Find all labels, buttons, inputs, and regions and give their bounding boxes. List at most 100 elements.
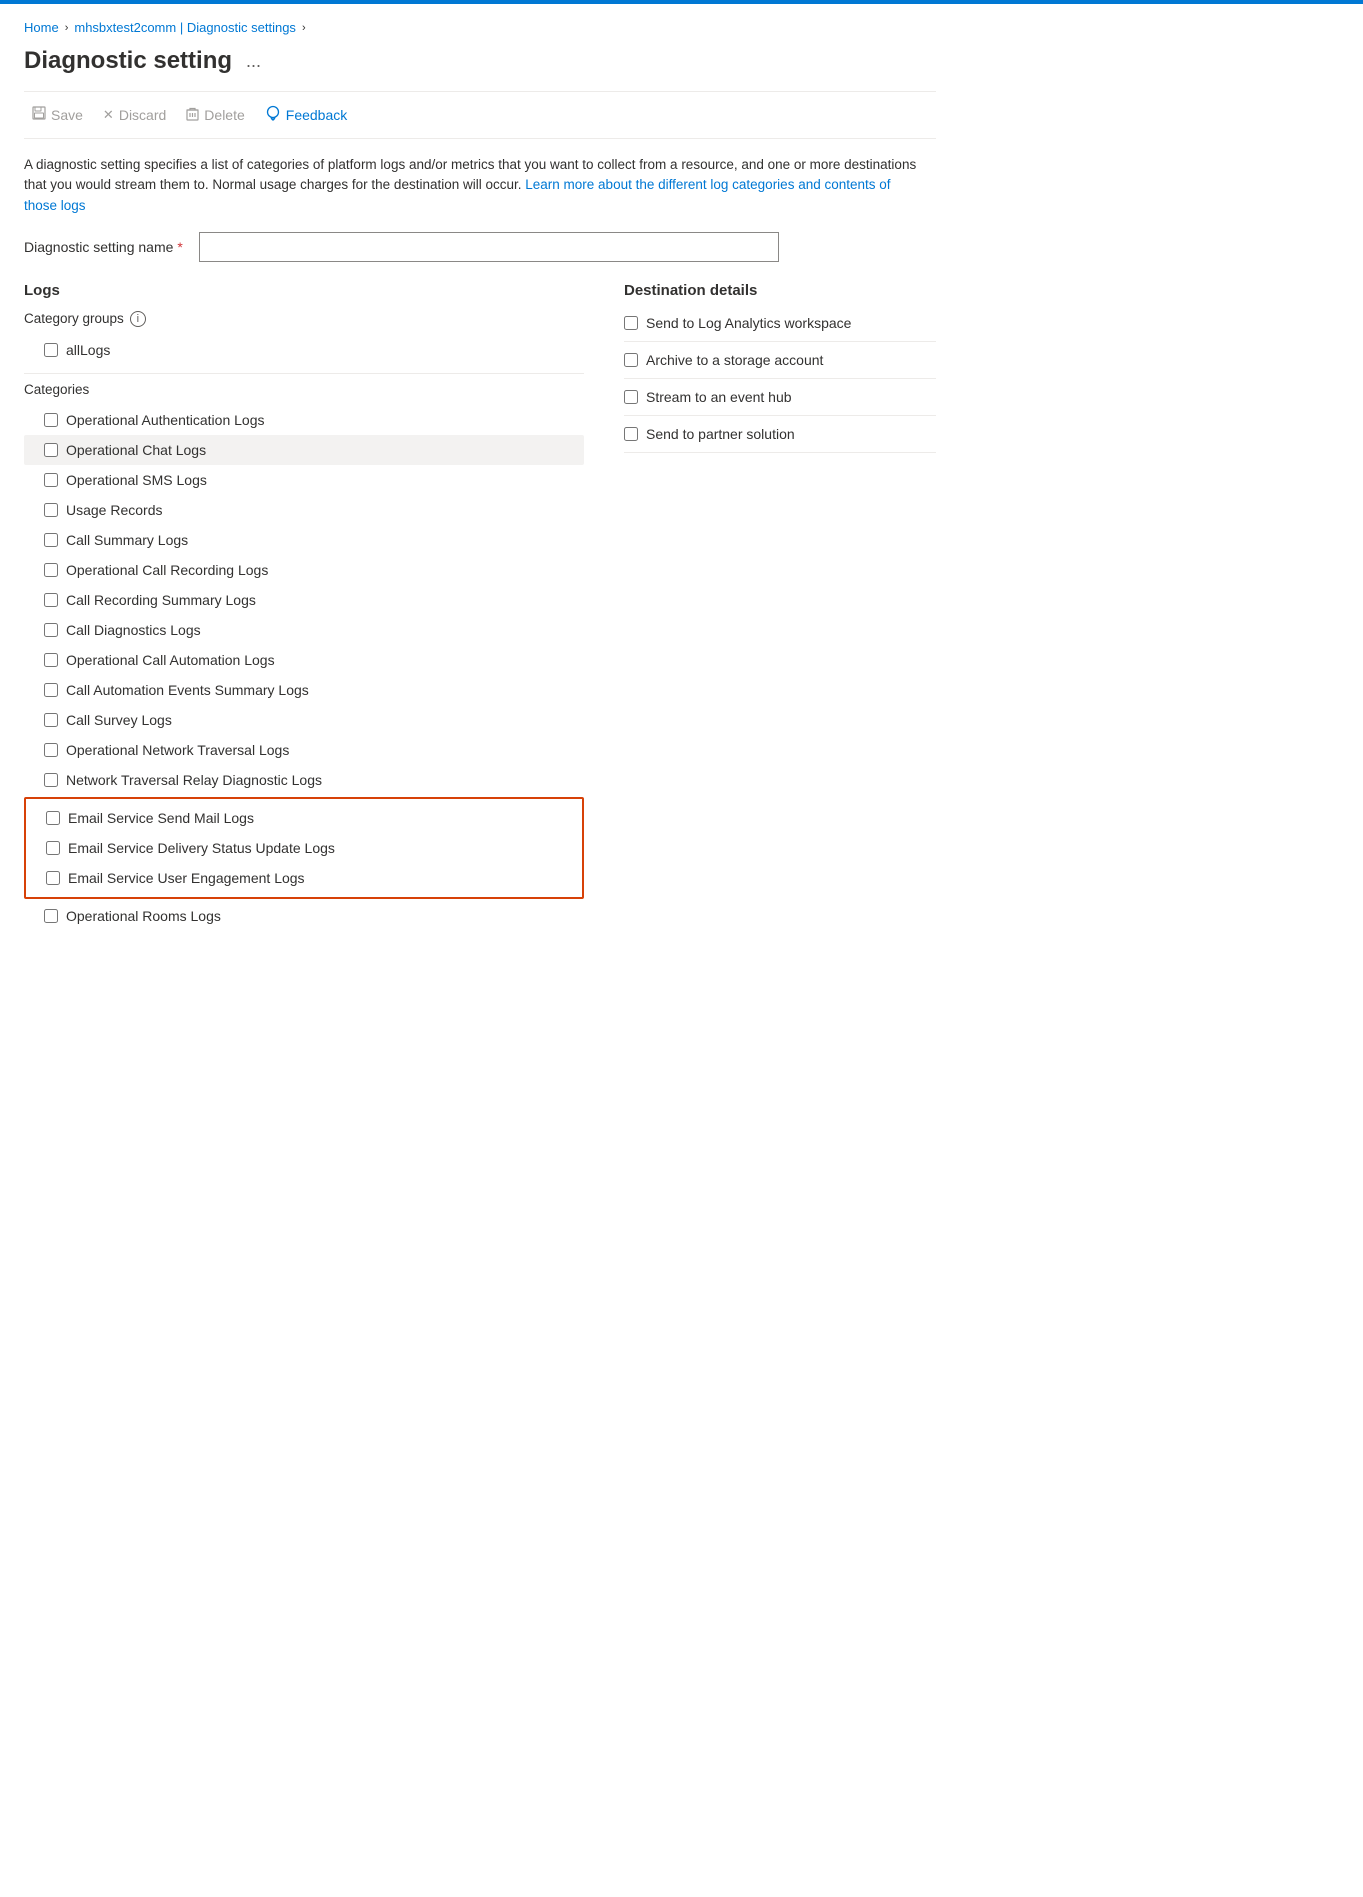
log-label-operational-chat: Operational Chat Logs	[66, 442, 206, 458]
log-row-usage-records[interactable]: Usage Records	[24, 495, 584, 525]
log-checkbox-call-recording-summary[interactable]	[44, 593, 58, 607]
save-label: Save	[51, 107, 83, 123]
log-checkbox-call-diagnostics[interactable]	[44, 623, 58, 637]
info-icon[interactable]: i	[130, 311, 146, 327]
dest-label-log-analytics: Send to Log Analytics workspace	[646, 315, 851, 331]
categories-label: Categories	[24, 382, 584, 397]
save-button[interactable]: Save	[24, 101, 91, 129]
dest-label-storage-account: Archive to a storage account	[646, 352, 823, 368]
dest-row-partner-solution[interactable]: Send to partner solution	[624, 416, 936, 453]
log-checkbox-usage-records[interactable]	[44, 503, 58, 517]
all-logs-row[interactable]: allLogs	[24, 335, 584, 365]
log-items-container: Operational Authentication Logs Operatio…	[24, 405, 584, 931]
log-row-call-recording-summary[interactable]: Call Recording Summary Logs	[24, 585, 584, 615]
destination-column: Destination details Send to Log Analytic…	[584, 282, 936, 453]
log-checkbox-network-traversal-relay[interactable]	[44, 773, 58, 787]
dest-row-log-analytics[interactable]: Send to Log Analytics workspace	[624, 311, 936, 342]
log-row-call-survey[interactable]: Call Survey Logs	[24, 705, 584, 735]
log-label-email-send-mail: Email Service Send Mail Logs	[68, 810, 254, 826]
log-label-call-diagnostics: Call Diagnostics Logs	[66, 622, 201, 638]
log-label-email-delivery-status: Email Service Delivery Status Update Log…	[68, 840, 335, 856]
description: A diagnostic setting specifies a list of…	[24, 155, 924, 216]
categories-divider	[24, 373, 584, 374]
log-label-operational-network-traversal: Operational Network Traversal Logs	[66, 742, 289, 758]
dest-row-storage-account[interactable]: Archive to a storage account	[624, 342, 936, 379]
page-title: Diagnostic setting	[24, 47, 232, 75]
email-group-box: Email Service Send Mail Logs Email Servi…	[24, 797, 584, 899]
breadcrumb-home[interactable]: Home	[24, 20, 59, 35]
log-label-call-automation-events: Call Automation Events Summary Logs	[66, 682, 309, 698]
dest-checkbox-storage-account[interactable]	[624, 353, 638, 367]
log-checkbox-call-automation-events[interactable]	[44, 683, 58, 697]
log-checkbox-operational-call-automation[interactable]	[44, 653, 58, 667]
dest-label-partner-solution: Send to partner solution	[646, 426, 795, 442]
feedback-button[interactable]: Feedback	[257, 100, 355, 130]
feedback-label: Feedback	[286, 107, 347, 123]
log-checkbox-email-user-engagement[interactable]	[46, 871, 60, 885]
log-checkbox-email-delivery-status[interactable]	[46, 841, 60, 855]
log-label-call-recording-summary: Call Recording Summary Logs	[66, 592, 256, 608]
log-label-call-summary: Call Summary Logs	[66, 532, 188, 548]
log-checkbox-call-survey[interactable]	[44, 713, 58, 727]
log-row-operational-call-recording[interactable]: Operational Call Recording Logs	[24, 555, 584, 585]
log-row-email-send-mail[interactable]: Email Service Send Mail Logs	[26, 803, 582, 833]
delete-icon	[186, 107, 199, 124]
discard-label: Discard	[119, 107, 166, 123]
log-label-operational-auth: Operational Authentication Logs	[66, 412, 264, 428]
delete-label: Delete	[204, 107, 244, 123]
save-icon	[32, 106, 46, 124]
category-groups-label: Category groups i	[24, 311, 584, 327]
discard-icon: ✕	[103, 107, 114, 123]
page-title-row: Diagnostic setting ...	[24, 47, 936, 75]
log-row-operational-rooms[interactable]: Operational Rooms Logs	[24, 901, 584, 931]
log-row-operational-sms[interactable]: Operational SMS Logs	[24, 465, 584, 495]
log-row-operational-network-traversal[interactable]: Operational Network Traversal Logs	[24, 735, 584, 765]
log-label-usage-records: Usage Records	[66, 502, 163, 518]
log-label-operational-sms: Operational SMS Logs	[66, 472, 207, 488]
all-logs-checkbox[interactable]	[44, 343, 58, 357]
dest-row-event-hub[interactable]: Stream to an event hub	[624, 379, 936, 416]
log-row-operational-chat[interactable]: Operational Chat Logs	[24, 435, 584, 465]
breadcrumb: Home › mhsbxtest2comm | Diagnostic setti…	[24, 20, 936, 35]
ellipsis-button[interactable]: ...	[240, 49, 267, 74]
log-checkbox-operational-chat[interactable]	[44, 443, 58, 457]
log-label-operational-rooms: Operational Rooms Logs	[66, 908, 221, 924]
log-label-email-user-engagement: Email Service User Engagement Logs	[68, 870, 305, 886]
required-indicator: *	[177, 239, 182, 255]
feedback-icon	[265, 105, 281, 125]
destination-section-title: Destination details	[624, 282, 936, 299]
log-row-operational-auth[interactable]: Operational Authentication Logs	[24, 405, 584, 435]
log-checkbox-operational-sms[interactable]	[44, 473, 58, 487]
breadcrumb-chevron-2: ›	[302, 22, 306, 34]
delete-button[interactable]: Delete	[178, 102, 252, 129]
log-row-email-delivery-status[interactable]: Email Service Delivery Status Update Log…	[26, 833, 582, 863]
log-label-network-traversal-relay: Network Traversal Relay Diagnostic Logs	[66, 772, 322, 788]
log-row-call-summary[interactable]: Call Summary Logs	[24, 525, 584, 555]
breadcrumb-chevron-1: ›	[65, 22, 69, 34]
setting-name-row: Diagnostic setting name *	[24, 232, 936, 262]
dest-checkbox-log-analytics[interactable]	[624, 316, 638, 330]
log-checkbox-email-send-mail[interactable]	[46, 811, 60, 825]
log-checkbox-call-summary[interactable]	[44, 533, 58, 547]
log-checkbox-operational-auth[interactable]	[44, 413, 58, 427]
log-row-network-traversal-relay[interactable]: Network Traversal Relay Diagnostic Logs	[24, 765, 584, 795]
setting-name-label: Diagnostic setting name *	[24, 239, 183, 255]
dest-label-event-hub: Stream to an event hub	[646, 389, 792, 405]
dest-checkbox-event-hub[interactable]	[624, 390, 638, 404]
discard-button[interactable]: ✕ Discard	[95, 102, 174, 128]
dest-items-container: Send to Log Analytics workspace Archive …	[624, 311, 936, 453]
breadcrumb-resource[interactable]: mhsbxtest2comm | Diagnostic settings	[74, 20, 296, 35]
log-row-call-automation-events[interactable]: Call Automation Events Summary Logs	[24, 675, 584, 705]
log-label-operational-call-automation: Operational Call Automation Logs	[66, 652, 275, 668]
log-checkbox-operational-network-traversal[interactable]	[44, 743, 58, 757]
log-row-email-user-engagement[interactable]: Email Service User Engagement Logs	[26, 863, 582, 893]
log-row-operational-call-automation[interactable]: Operational Call Automation Logs	[24, 645, 584, 675]
dest-checkbox-partner-solution[interactable]	[624, 427, 638, 441]
log-label-call-survey: Call Survey Logs	[66, 712, 172, 728]
log-label-operational-call-recording: Operational Call Recording Logs	[66, 562, 268, 578]
log-checkbox-operational-rooms[interactable]	[44, 909, 58, 923]
setting-name-input[interactable]	[199, 232, 779, 262]
log-checkbox-operational-call-recording[interactable]	[44, 563, 58, 577]
log-row-call-diagnostics[interactable]: Call Diagnostics Logs	[24, 615, 584, 645]
logs-column: Logs Category groups i allLogs Categorie…	[24, 282, 584, 931]
